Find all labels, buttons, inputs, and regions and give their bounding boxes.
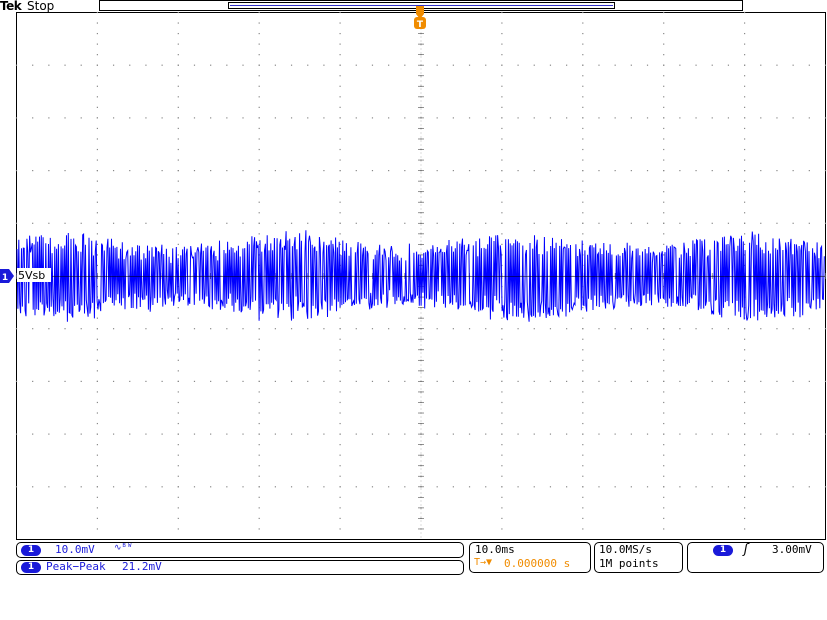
trigger-level: 3.00mV (772, 543, 812, 556)
scope-display: T 1 5Vsb (0, 6, 827, 540)
channel1-label: 5Vsb (18, 269, 45, 282)
sample-rate: 10.0MS/s (599, 543, 652, 556)
channel1-badge: 1 (21, 545, 41, 556)
horizontal-scale: 10.0ms (475, 543, 515, 556)
rising-edge-icon: ʃ (742, 542, 750, 557)
channel1-marker-number: 1 (2, 273, 8, 283)
trigger-position: 0.000000 s (504, 557, 571, 570)
measurement-readout[interactable]: 1 Peak−Peak 21.2mV (16, 560, 464, 575)
channel1-scale-readout[interactable]: 1 10.0mV ∿ᴮᵂ (16, 542, 464, 558)
acquisition-readout[interactable]: 10.0MS/s 1M points (594, 542, 683, 573)
trigger-readout[interactable]: 1 ʃ 3.00mV (687, 542, 824, 573)
measurement-channel-badge: 1 (21, 562, 41, 573)
channel1-marker[interactable]: 1 (0, 269, 14, 283)
record-length: 1M points (599, 557, 659, 570)
measurement-name: Peak−Peak (46, 560, 106, 573)
trigger-position-icon: T→▼ (474, 557, 493, 568)
trigger-marker-glyph: T (417, 20, 424, 30)
bandwidth-limit-icon: ∿ᴮᵂ (114, 543, 133, 553)
channel1-scale: 10.0mV (55, 543, 95, 556)
measurement-value: 21.2mV (122, 560, 162, 573)
trigger-position-marker[interactable]: T (414, 6, 426, 30)
timebase-readout[interactable]: 10.0ms T→▼ 0.000000 s (469, 542, 591, 573)
trigger-source-badge: 1 (713, 545, 733, 556)
